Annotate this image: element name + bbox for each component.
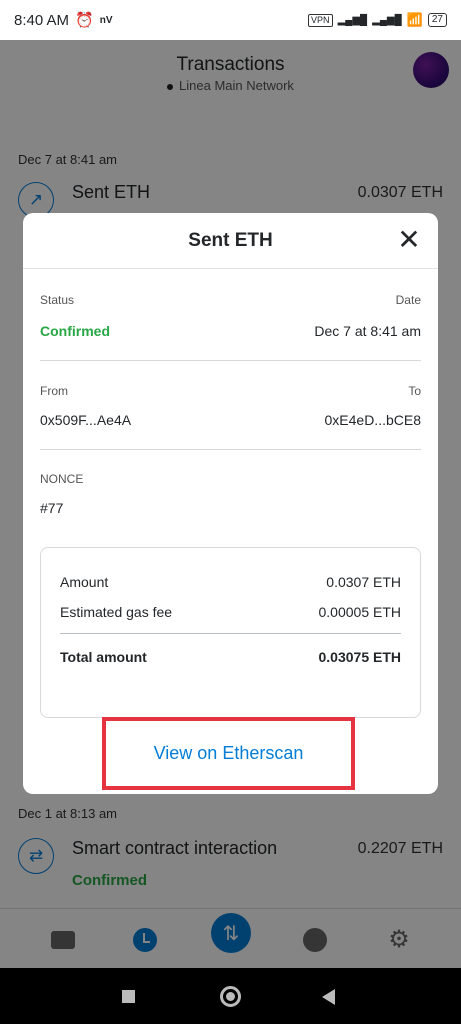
vpn-icon: VPN xyxy=(308,13,333,27)
to-label: To xyxy=(408,384,421,398)
from-label: From xyxy=(40,384,68,398)
modal-header: Sent ETH ✕ xyxy=(23,213,438,269)
status-label: Status xyxy=(40,293,75,307)
from-address[interactable]: 0x509F...Ae4A xyxy=(40,412,131,428)
from-to-section: From To 0x509F...Ae4A 0xE4eD...bCE8 xyxy=(40,384,421,428)
nonce-label: NONCE xyxy=(40,472,84,486)
wifi-icon: 📶 xyxy=(406,12,423,27)
total-value: 0.03075 ETH xyxy=(318,649,402,665)
gas-fee-value: 0.00005 ETH xyxy=(318,604,402,620)
signal-icon: ▂▄▆█ xyxy=(337,14,368,26)
nonce-value: #77 xyxy=(40,500,64,516)
amount-row: Amount 0.0307 ETH xyxy=(60,574,401,590)
modal-title: Sent ETH xyxy=(188,230,273,251)
system-nav-bar xyxy=(0,968,461,1024)
amount-value: 0.0307 ETH xyxy=(326,574,401,590)
date-value: Dec 7 at 8:41 am xyxy=(314,323,421,339)
date-label: Date xyxy=(395,293,421,307)
carrier-badge: nV xyxy=(99,14,113,26)
gas-fee-label: Estimated gas fee xyxy=(60,604,173,620)
status-badge: Confirmed xyxy=(40,323,110,339)
back-icon[interactable] xyxy=(322,989,335,1005)
total-label: Total amount xyxy=(60,649,147,665)
amount-summary-card: Amount 0.0307 ETH Estimated gas fee 0.00… xyxy=(40,547,421,718)
gas-fee-row: Estimated gas fee 0.00005 ETH xyxy=(60,604,401,620)
amount-label: Amount xyxy=(60,574,109,590)
nonce-section: NONCE #77 xyxy=(40,472,421,516)
close-icon[interactable]: ✕ xyxy=(396,226,422,254)
status-time: 8:40 AM xyxy=(14,11,70,29)
transaction-details-modal: Sent ETH ✕ Status Date Confirmed Dec 7 a… xyxy=(23,213,438,794)
signal-icon-2: ▂▄▆█ xyxy=(372,14,402,26)
status-date-section: Status Date Confirmed Dec 7 at 8:41 am xyxy=(40,293,421,339)
recents-icon[interactable] xyxy=(122,990,135,1003)
view-on-etherscan-link[interactable]: View on Etherscan xyxy=(102,717,355,790)
home-icon[interactable] xyxy=(220,986,241,1007)
total-row: Total amount 0.03075 ETH xyxy=(60,649,401,665)
divider xyxy=(40,449,421,450)
status-bar: 8:40 AM ⏰ nV VPN ▂▄▆█ ▂▄▆█ 📶 27 xyxy=(0,0,461,40)
to-address[interactable]: 0xE4eD...bCE8 xyxy=(325,412,422,428)
divider xyxy=(40,360,421,361)
alarm-icon: ⏰ xyxy=(75,12,94,29)
battery-icon: 27 xyxy=(427,13,447,27)
divider xyxy=(60,633,401,634)
